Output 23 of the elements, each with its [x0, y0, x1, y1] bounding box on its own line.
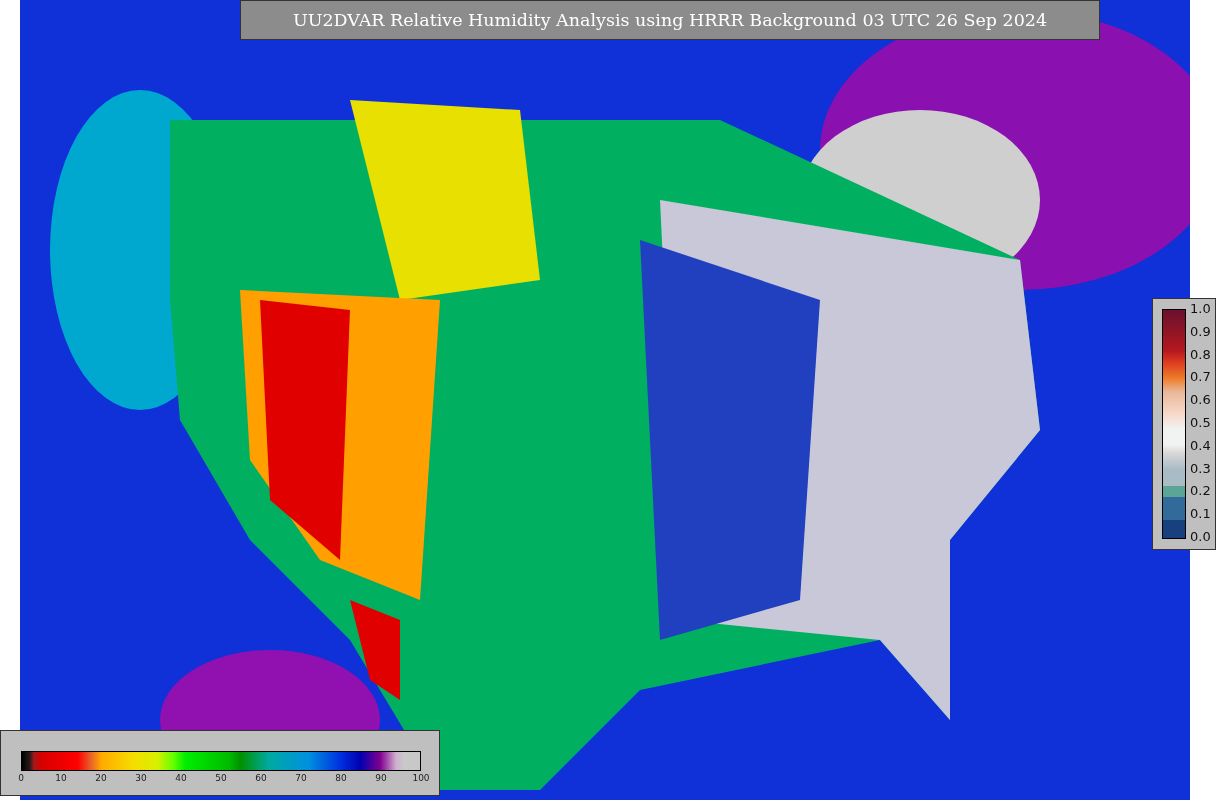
colorbar-tick-label: 40	[175, 773, 187, 783]
colorbar-tick-label: 0.4	[1190, 437, 1211, 454]
colorbar-tick-label: 0.1	[1190, 506, 1211, 523]
colorbar-tick-label: 10	[55, 773, 67, 783]
colorbar-tick-label: 0.9	[1190, 323, 1211, 340]
colorbar-tick-label: 0.5	[1190, 415, 1211, 431]
colorbar-tick-label: 0.0	[1190, 528, 1211, 545]
colorbar-tick-label: 70	[295, 773, 307, 783]
colorbar-tick-label: 0.6	[1190, 392, 1211, 409]
colorbar-tick-label: 0	[18, 773, 24, 783]
colorbar-tick-label: 0.8	[1190, 346, 1211, 363]
map-title: UU2DVAR Relative Humidity Analysis using HRRR Background 03 UTC 26 Sep 2024	[240, 0, 1100, 40]
colorbar-tick-label: 30	[135, 773, 147, 783]
colorbar-tick-label: 90	[375, 773, 387, 783]
colorbar-tick-label: 0.2	[1190, 483, 1211, 500]
colorbar-tick-label: 20	[95, 773, 107, 783]
colorbar-tick-label: 0.3	[1190, 460, 1211, 477]
colorbar-tick-label: 60	[255, 773, 267, 783]
colorbar-tick-label: 80	[335, 773, 347, 783]
colorbar-tick-label: 1.0	[1190, 301, 1211, 317]
colorbar-tick-label: 100	[412, 773, 430, 783]
colorbar-tick-label: 0.7	[1190, 369, 1211, 386]
colorbar-tick-label: 50	[215, 773, 227, 783]
